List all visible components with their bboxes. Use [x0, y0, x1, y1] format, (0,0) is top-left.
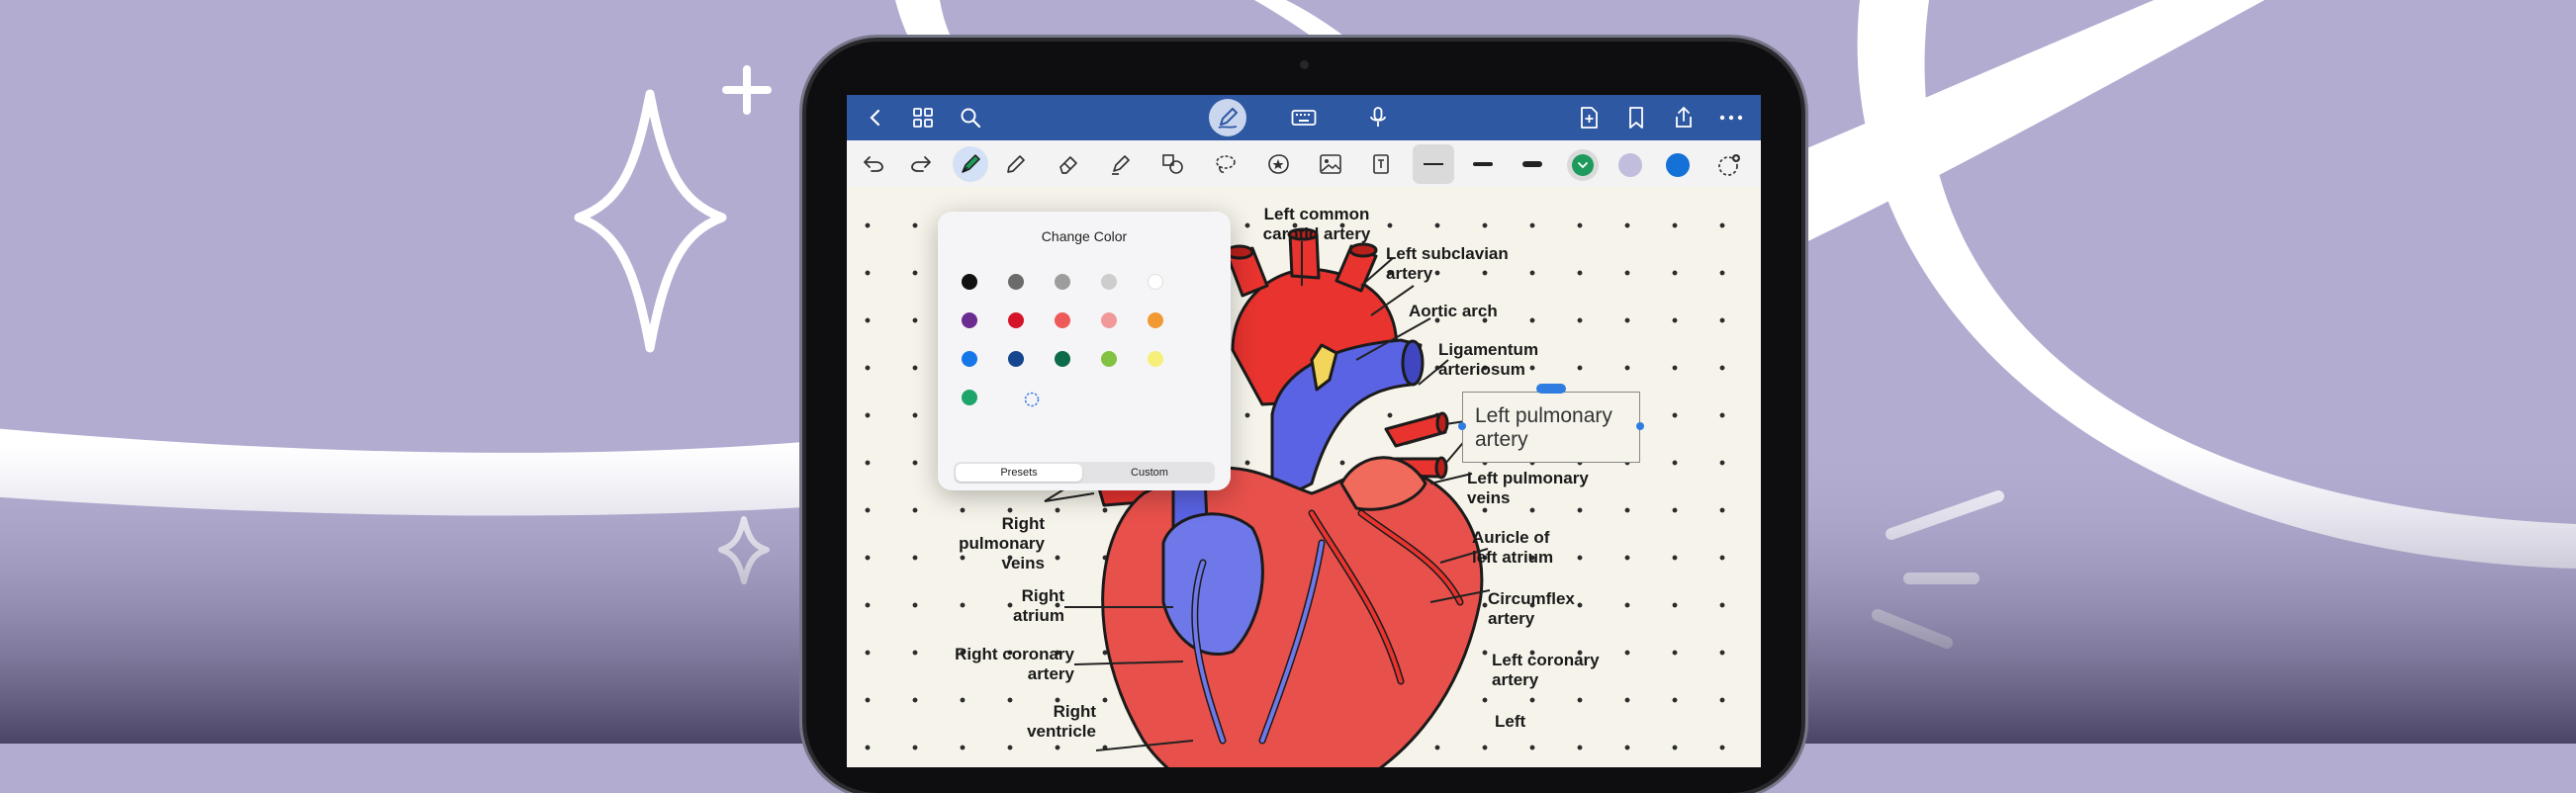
color-swatch[interactable]: [1055, 312, 1070, 328]
label-right-ventricle: Right ventricle: [1027, 702, 1096, 741]
pen-color-2[interactable]: [1614, 149, 1646, 181]
color-swatch[interactable]: [1101, 351, 1117, 367]
label-auricle: Auricle of left atrium: [1472, 528, 1554, 567]
more-icon[interactable]: [1716, 103, 1746, 132]
back-icon[interactable]: [861, 103, 890, 132]
sticker-icon[interactable]: [1263, 149, 1293, 179]
selected-text-box[interactable]: Left pulmonary artery: [1458, 384, 1644, 463]
text-icon[interactable]: [1366, 149, 1396, 179]
label-right-coronary: Right coronary artery: [955, 645, 1074, 683]
microphone-icon[interactable]: [1363, 103, 1393, 132]
color-swatch[interactable]: [1101, 312, 1117, 328]
color-swatch[interactable]: [1055, 274, 1070, 290]
color-mode-segmented: Presets Custom: [954, 462, 1215, 484]
color-swatch[interactable]: [1148, 312, 1163, 328]
top-bar: [847, 95, 1761, 140]
eraser-icon[interactable]: [1054, 149, 1083, 179]
stroke-thick-icon: [1522, 161, 1542, 167]
stroke-medium-icon: [1473, 162, 1493, 166]
color-swatch[interactable]: [962, 351, 977, 367]
color-swatch[interactable]: [962, 274, 977, 290]
color-swatch[interactable]: [1008, 351, 1024, 367]
keyboard-icon[interactable]: [1289, 103, 1319, 132]
label-left-pulmonary-veins: Left pulmonary veins: [1467, 469, 1589, 507]
label-right-pulmonary-veins: Right pulmonary veins: [959, 514, 1045, 573]
popup-title: Change Color: [1041, 228, 1128, 244]
color-swatch[interactable]: [1101, 274, 1117, 290]
add-page-icon[interactable]: [1574, 103, 1604, 132]
label-right-atrium: Right atrium: [1013, 586, 1064, 625]
stroke-thick[interactable]: [1512, 144, 1553, 184]
share-icon[interactable]: [1669, 103, 1699, 132]
label-circumflex: Circumflex artery: [1488, 589, 1575, 628]
color-swatch[interactable]: [1055, 351, 1070, 367]
tool-bar: [847, 140, 1761, 188]
resize-handle-right[interactable]: [1636, 422, 1644, 430]
color-swatch[interactable]: [1008, 312, 1024, 328]
stroke-thin-icon: [1424, 163, 1443, 165]
redo-icon[interactable]: [906, 149, 936, 179]
color-swatch[interactable]: [962, 312, 977, 328]
pencil-icon[interactable]: [1001, 149, 1031, 179]
tab-custom[interactable]: Custom: [1086, 464, 1213, 482]
label-left-common-carotid: Left common carotid artery: [1262, 205, 1371, 243]
shapes-icon[interactable]: [1158, 149, 1188, 179]
stroke-thin[interactable]: [1413, 144, 1454, 184]
custom-color-icon[interactable]: [1024, 392, 1040, 407]
resize-handle-left[interactable]: [1458, 422, 1466, 430]
undo-icon[interactable]: [859, 149, 888, 179]
bookmark-icon[interactable]: [1621, 103, 1651, 132]
label-left-ventricle: Left: [1495, 712, 1526, 731]
add-color-icon[interactable]: [1713, 149, 1745, 181]
app-screen: Left common carotid artery Left subclavi…: [847, 95, 1761, 767]
search-icon[interactable]: [956, 103, 985, 132]
chevron-down-icon: [1578, 162, 1588, 169]
text-box-content: Left pulmonary artery: [1475, 404, 1612, 451]
color-swatch[interactable]: [1148, 274, 1163, 290]
color-swatch[interactable]: [962, 390, 977, 405]
label-ligamentum: Ligamentum arteriosum: [1438, 340, 1539, 379]
color-swatch[interactable]: [1008, 274, 1024, 290]
tab-presets[interactable]: Presets: [956, 464, 1082, 482]
pen-color-1[interactable]: [1567, 149, 1599, 181]
image-icon[interactable]: [1316, 149, 1345, 179]
label-left-coronary: Left coronary artery: [1492, 651, 1600, 689]
pen-color-3[interactable]: [1662, 149, 1694, 181]
change-color-popup: Change Color Presets Custom: [938, 212, 1231, 490]
label-left-subclavian: Left subclavian artery: [1386, 244, 1509, 283]
camera-icon: [1300, 60, 1309, 69]
color-swatch[interactable]: [1148, 351, 1163, 367]
label-aortic-arch: Aortic arch: [1409, 302, 1498, 320]
grid-icon[interactable]: [908, 103, 938, 132]
pen-mode-icon[interactable]: [1209, 99, 1246, 136]
fountain-pen-icon[interactable]: [953, 146, 988, 182]
stroke-medium[interactable]: [1462, 144, 1504, 184]
drag-handle-icon[interactable]: [1536, 384, 1566, 394]
highlighter-icon[interactable]: [1106, 149, 1136, 179]
lasso-icon[interactable]: [1211, 149, 1241, 179]
